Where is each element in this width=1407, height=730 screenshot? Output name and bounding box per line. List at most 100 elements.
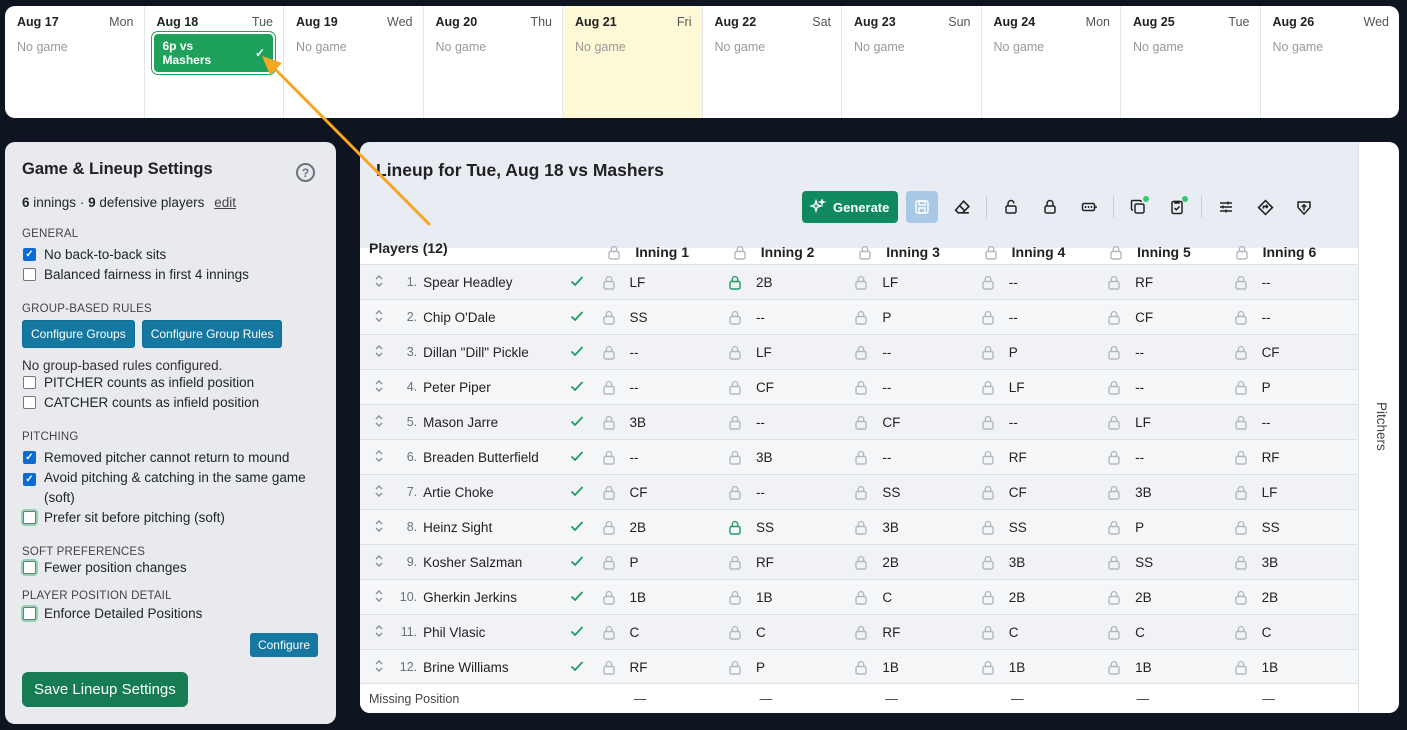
available-check-icon[interactable] (570, 379, 599, 396)
calendar-day[interactable]: Aug 23 Sun No game (842, 6, 982, 118)
drag-sort-icon[interactable] (374, 414, 394, 431)
lock-icon[interactable] (726, 275, 756, 290)
removed-pitcher-checkbox[interactable]: ✓ Removed pitcher cannot return to mound (22, 448, 320, 468)
table-row[interactable]: 8. Heinz Sight 2B SS 3B SS P SS (360, 509, 1358, 544)
unlock-icon[interactable] (852, 275, 882, 290)
position-cell[interactable]: -- (1232, 275, 1358, 290)
drag-sort-icon[interactable] (374, 554, 394, 571)
table-row[interactable]: 5. Mason Jarre 3B -- CF -- LF -- (360, 404, 1358, 439)
drag-sort-icon[interactable] (374, 589, 394, 606)
unlock-icon[interactable] (1105, 310, 1135, 325)
unlock-icon[interactable] (726, 625, 756, 640)
position-cell[interactable]: SS (600, 310, 726, 325)
unlock-icon[interactable] (1105, 380, 1135, 395)
drag-sort-icon[interactable] (374, 449, 394, 466)
unlock-icon[interactable] (852, 380, 882, 395)
inning-header[interactable]: Inning 6 (1233, 240, 1358, 264)
table-row[interactable]: 10. Gherkin Jerkins 1B 1B C 2B 2B 2B (360, 579, 1358, 614)
lock-icon[interactable] (605, 245, 635, 260)
unlock-icon[interactable] (852, 415, 882, 430)
position-cell[interactable]: 1B (1232, 660, 1358, 675)
unlock-icon[interactable] (726, 345, 756, 360)
adjust-button[interactable] (1211, 192, 1241, 222)
unlock-icon[interactable] (852, 310, 882, 325)
available-check-icon[interactable] (570, 624, 599, 641)
unlock-icon[interactable] (1105, 660, 1135, 675)
unlock-icon[interactable] (1232, 625, 1262, 640)
position-cell[interactable]: -- (852, 345, 978, 360)
unlock-icon[interactable] (979, 625, 1009, 640)
inning-header[interactable]: Inning 1 (605, 240, 730, 264)
unlock-icon[interactable] (726, 485, 756, 500)
unlock-icon[interactable] (1232, 415, 1262, 430)
unlock-icon[interactable] (1105, 520, 1135, 535)
table-row[interactable]: 6. Breaden Butterfield -- 3B -- RF -- RF (360, 439, 1358, 474)
position-cell[interactable]: CF (1232, 345, 1358, 360)
position-cell[interactable]: -- (726, 415, 852, 430)
position-cell[interactable]: 3B (1105, 485, 1231, 500)
checkbox-empty-icon[interactable] (23, 607, 36, 620)
unlock-icon[interactable] (600, 660, 630, 675)
checkbox-checked-icon[interactable]: ✓ (23, 451, 36, 464)
copy-lineup-button[interactable] (1123, 192, 1153, 222)
position-cell[interactable]: 3B (852, 520, 978, 535)
unlock-icon[interactable] (852, 520, 882, 535)
diamond-button[interactable] (1250, 192, 1280, 222)
unlock-icon[interactable] (1232, 555, 1262, 570)
position-cell[interactable]: -- (979, 275, 1105, 290)
unlock-icon[interactable] (1105, 555, 1135, 570)
unlock-icon[interactable] (1232, 520, 1262, 535)
position-cell[interactable]: -- (600, 450, 726, 465)
position-cell[interactable]: 3B (600, 415, 726, 430)
checkbox-empty-icon[interactable] (23, 376, 36, 389)
position-cell[interactable]: -- (1105, 380, 1231, 395)
position-cell[interactable]: -- (1105, 345, 1231, 360)
unlock-icon[interactable] (600, 555, 630, 570)
inning-header[interactable]: Inning 4 (982, 240, 1107, 264)
unlock-icon[interactable] (852, 590, 882, 605)
inning-header[interactable]: Inning 3 (856, 240, 981, 264)
checkbox-empty-icon[interactable] (23, 396, 36, 409)
unlock-icon[interactable] (1232, 310, 1262, 325)
configure-positions-button[interactable]: Configure (249, 633, 318, 657)
drag-sort-icon[interactable] (374, 624, 394, 641)
checkbox-checked-icon[interactable]: ✓ (23, 473, 36, 486)
pitcher-infield-checkbox[interactable]: PITCHER counts as infield position (22, 373, 320, 393)
position-cell[interactable]: -- (726, 310, 852, 325)
available-check-icon[interactable] (570, 659, 599, 676)
unlock-icon[interactable] (1105, 590, 1135, 605)
unlock-icon[interactable] (852, 450, 882, 465)
position-cell[interactable]: LF (1105, 415, 1231, 430)
available-check-icon[interactable] (570, 344, 599, 361)
position-cell[interactable]: 1B (852, 660, 978, 675)
available-check-icon[interactable] (570, 589, 599, 606)
table-row[interactable]: 4. Peter Piper -- CF -- LF -- P (360, 369, 1358, 404)
available-check-icon[interactable] (570, 414, 599, 431)
position-cell[interactable]: SS (1232, 520, 1358, 535)
table-row[interactable]: 11. Phil Vlasic C C RF C C C (360, 614, 1358, 649)
fewer-changes-checkbox[interactable]: Fewer position changes (22, 558, 320, 578)
position-cell[interactable]: -- (852, 380, 978, 395)
drag-sort-icon[interactable] (374, 659, 394, 676)
position-cell[interactable]: RF (979, 450, 1105, 465)
position-cell[interactable]: RF (852, 625, 978, 640)
position-cell[interactable]: LF (852, 275, 978, 290)
unlock-icon[interactable] (726, 380, 756, 395)
unlock-icon[interactable] (979, 555, 1009, 570)
unlock-icon[interactable] (600, 345, 630, 360)
unlock-icon[interactable] (979, 415, 1009, 430)
unlock-icon[interactable] (852, 345, 882, 360)
catcher-infield-checkbox[interactable]: CATCHER counts as infield position (22, 393, 320, 413)
checkbox-empty-icon[interactable] (23, 268, 36, 281)
unlock-icon[interactable] (600, 310, 630, 325)
calendar-day[interactable]: Aug 20 Thu No game (424, 6, 563, 118)
unlock-icon[interactable] (979, 520, 1009, 535)
unlock-icon[interactable] (726, 310, 756, 325)
checkbox-empty-icon[interactable] (23, 511, 36, 524)
position-cell[interactable]: -- (979, 310, 1105, 325)
unlock-icon[interactable] (726, 415, 756, 430)
available-check-icon[interactable] (570, 449, 599, 466)
drag-sort-icon[interactable] (374, 519, 394, 536)
position-cell[interactable]: -- (726, 485, 852, 500)
calendar-day[interactable]: Aug 18 Tue 6p vs Mashers ✓ (145, 6, 284, 118)
